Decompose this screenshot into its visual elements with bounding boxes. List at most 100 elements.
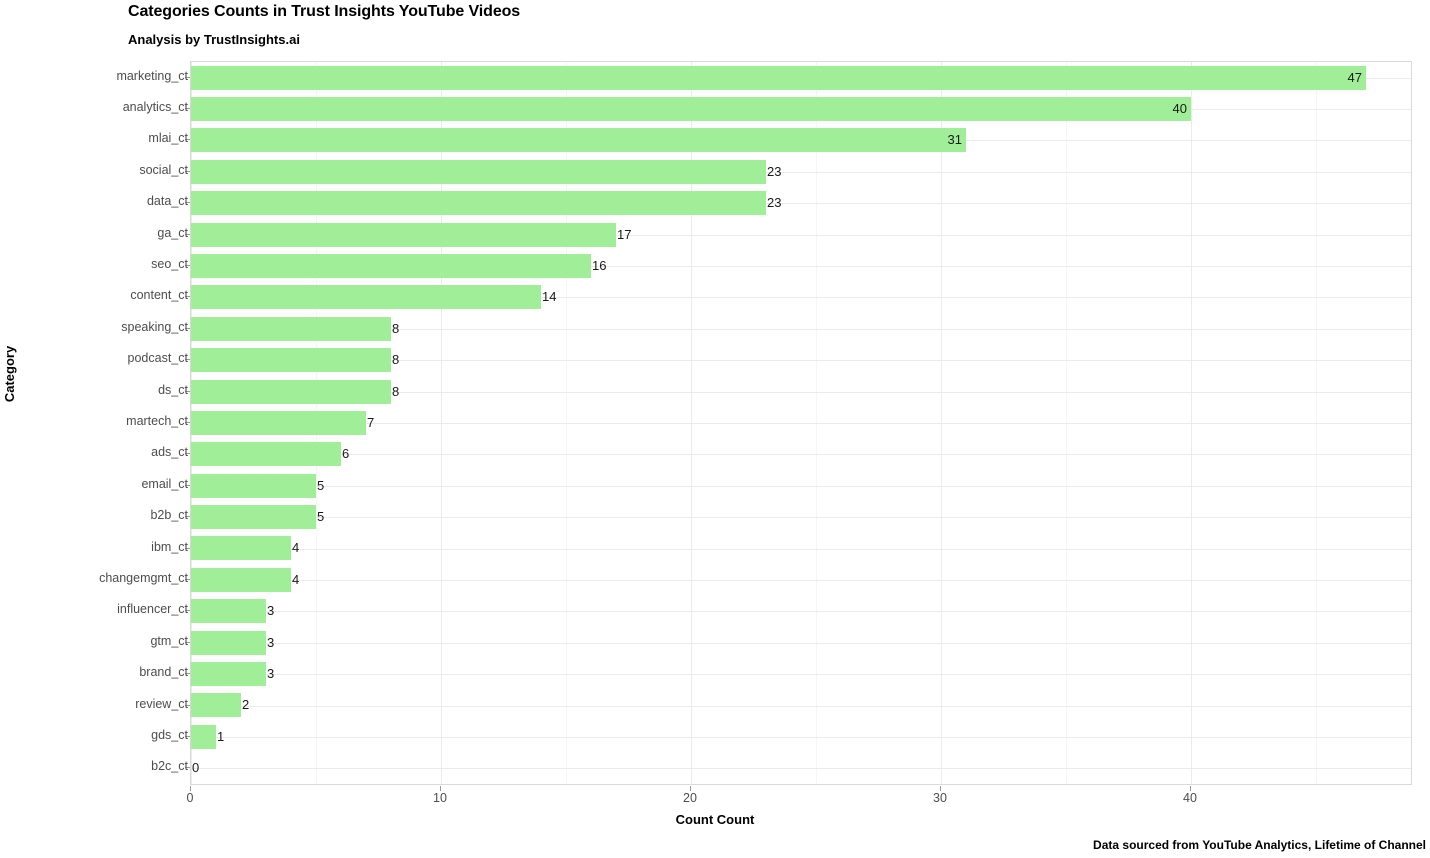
plot-panel: 47 40 31 23 23 17 16 14 8 8 8 7 6 5 5 4 4 3 3 3 2 1 0 (190, 61, 1412, 785)
y-tick-label-gtm_ct: gtm_ct (150, 633, 188, 648)
y-tick-label-content_ct: content_ct (130, 288, 188, 303)
y-tick-label-gds_ct: gds_ct (151, 727, 188, 742)
bar-value-label: 6 (342, 446, 350, 462)
chart-subtitle: Analysis by TrustInsights.ai (128, 32, 300, 47)
plot-area: 47 40 31 23 23 17 16 14 8 8 8 7 6 5 5 4 4 3 3 3 2 1 0 (191, 62, 1411, 784)
bar-row: 23 (191, 156, 1411, 187)
bar-value-label: 17 (617, 226, 632, 242)
bar-row: 3 (191, 658, 1411, 689)
bar-value-label: 8 (392, 352, 400, 368)
bar-value-label: 1 (217, 728, 225, 744)
x-axis-title: Count Count (675, 812, 755, 827)
bar-row: 5 (191, 501, 1411, 532)
x-tick-label: 20 (683, 791, 697, 805)
bar-value-label: 47 (1347, 69, 1362, 85)
y-tick-label-marketing_ct: marketing_ct (116, 68, 188, 83)
bar[interactable] (191, 379, 391, 404)
bar[interactable] (191, 693, 241, 718)
bar-row: 2 (191, 690, 1411, 721)
bar-value-label: 23 (767, 195, 782, 211)
bar-value-label: 7 (367, 414, 375, 430)
y-tick-label-speaking_ct: speaking_ct (121, 319, 188, 334)
bar-value-label: 23 (767, 163, 782, 179)
bar-row: 5 (191, 470, 1411, 501)
bar-row: 16 (191, 250, 1411, 281)
bar-value-label: 31 (947, 132, 962, 148)
bar-row: 8 (191, 345, 1411, 376)
bar-row: 6 (191, 439, 1411, 470)
bar-row: 1 (191, 721, 1411, 752)
bar[interactable] (191, 662, 266, 687)
bar[interactable] (191, 630, 266, 655)
bar-value-label: 4 (292, 571, 300, 587)
bar-row: 8 (191, 313, 1411, 344)
y-tick-label-data_ct: data_ct (146, 194, 188, 209)
y-tick-label-social_ct: social_ct (139, 162, 188, 177)
y-tick-label-b2b_ct: b2b_ct (150, 508, 188, 523)
bar[interactable] (191, 473, 316, 498)
chart-caption: Data sourced from YouTube Analytics, Lif… (1093, 838, 1426, 852)
bar-row: 4 (191, 564, 1411, 595)
y-tick-label-b2c_ct: b2c_ct (151, 759, 188, 774)
bar[interactable] (191, 442, 341, 467)
bar-value-label: 14 (542, 289, 557, 305)
y-tick-label-brand_ct: brand_ct (139, 665, 188, 680)
y-tick-label-ibm_ct: ibm_ct (151, 539, 188, 554)
chart-title: Categories Counts in Trust Insights YouT… (128, 3, 521, 20)
bar-value-label: 16 (592, 257, 607, 273)
y-tick-label-email_ct: email_ct (141, 476, 188, 491)
y-tick-label-ds_ct: ds_ct (158, 382, 188, 397)
y-tick-label-mlai_ct: mlai_ct (148, 131, 188, 146)
bar-row: 17 (191, 219, 1411, 250)
y-tick-label-analytics_ct: analytics_ct (122, 100, 188, 115)
bar-value-label: 5 (317, 509, 325, 525)
bar-row: 23 (191, 188, 1411, 219)
bar-row: 47 (191, 62, 1411, 93)
bar[interactable] (191, 191, 766, 216)
bar[interactable] (191, 316, 391, 341)
bar[interactable] (191, 410, 366, 435)
bar-row: 4 (191, 533, 1411, 564)
y-tick-label-seo_ct: seo_ct (151, 257, 188, 272)
bar-value-label: 5 (317, 477, 325, 493)
bar-row: 40 (191, 93, 1411, 124)
bar-row: 7 (191, 407, 1411, 438)
bar[interactable] (191, 348, 391, 373)
x-tick-label: 30 (933, 791, 947, 805)
bar-row: 8 (191, 376, 1411, 407)
bar[interactable] (191, 159, 766, 184)
bar-value-label: 0 (192, 760, 200, 776)
bar[interactable] (191, 599, 266, 624)
bar-value-label: 4 (292, 540, 300, 556)
y-tick-label-review_ct: review_ct (135, 696, 188, 711)
bar-value-label: 3 (267, 603, 275, 619)
bar[interactable] (191, 253, 591, 278)
bar-value-label: 3 (267, 634, 275, 650)
y-tick-label-influencer_ct: influencer_ct (117, 602, 188, 617)
x-tick-label: 10 (433, 791, 447, 805)
x-tick-label: 40 (1183, 791, 1197, 805)
bar-row: 31 (191, 125, 1411, 156)
y-tick-label-changemgmt_ct: changemgmt_ct (99, 570, 188, 585)
y-tick-label-ads_ct: ads_ct (151, 445, 188, 460)
bar-row: 0 (191, 753, 1411, 784)
bar-value-label: 3 (267, 666, 275, 682)
bar[interactable] (191, 285, 541, 310)
bar-value-label: 8 (392, 320, 400, 336)
y-tick-label-ga_ct: ga_ct (157, 225, 188, 240)
bar-row: 3 (191, 596, 1411, 627)
bar-row: 14 (191, 282, 1411, 313)
chart-page: Categories Counts in Trust Insights YouT… (0, 0, 1430, 858)
bar-value-label: 8 (392, 383, 400, 399)
bar[interactable] (191, 536, 291, 561)
bar-value-label: 2 (242, 697, 250, 713)
y-tick-label-podcast_ct: podcast_ct (127, 351, 188, 366)
y-tick-label-martech_ct: martech_ct (126, 414, 188, 428)
bar[interactable] (191, 724, 216, 749)
bar-value-label: 40 (1172, 100, 1187, 116)
bar-row: 3 (191, 627, 1411, 658)
bar[interactable] (191, 222, 616, 247)
bar[interactable] (191, 505, 316, 530)
x-tick-label: 0 (186, 791, 194, 805)
bar[interactable] (191, 567, 291, 592)
